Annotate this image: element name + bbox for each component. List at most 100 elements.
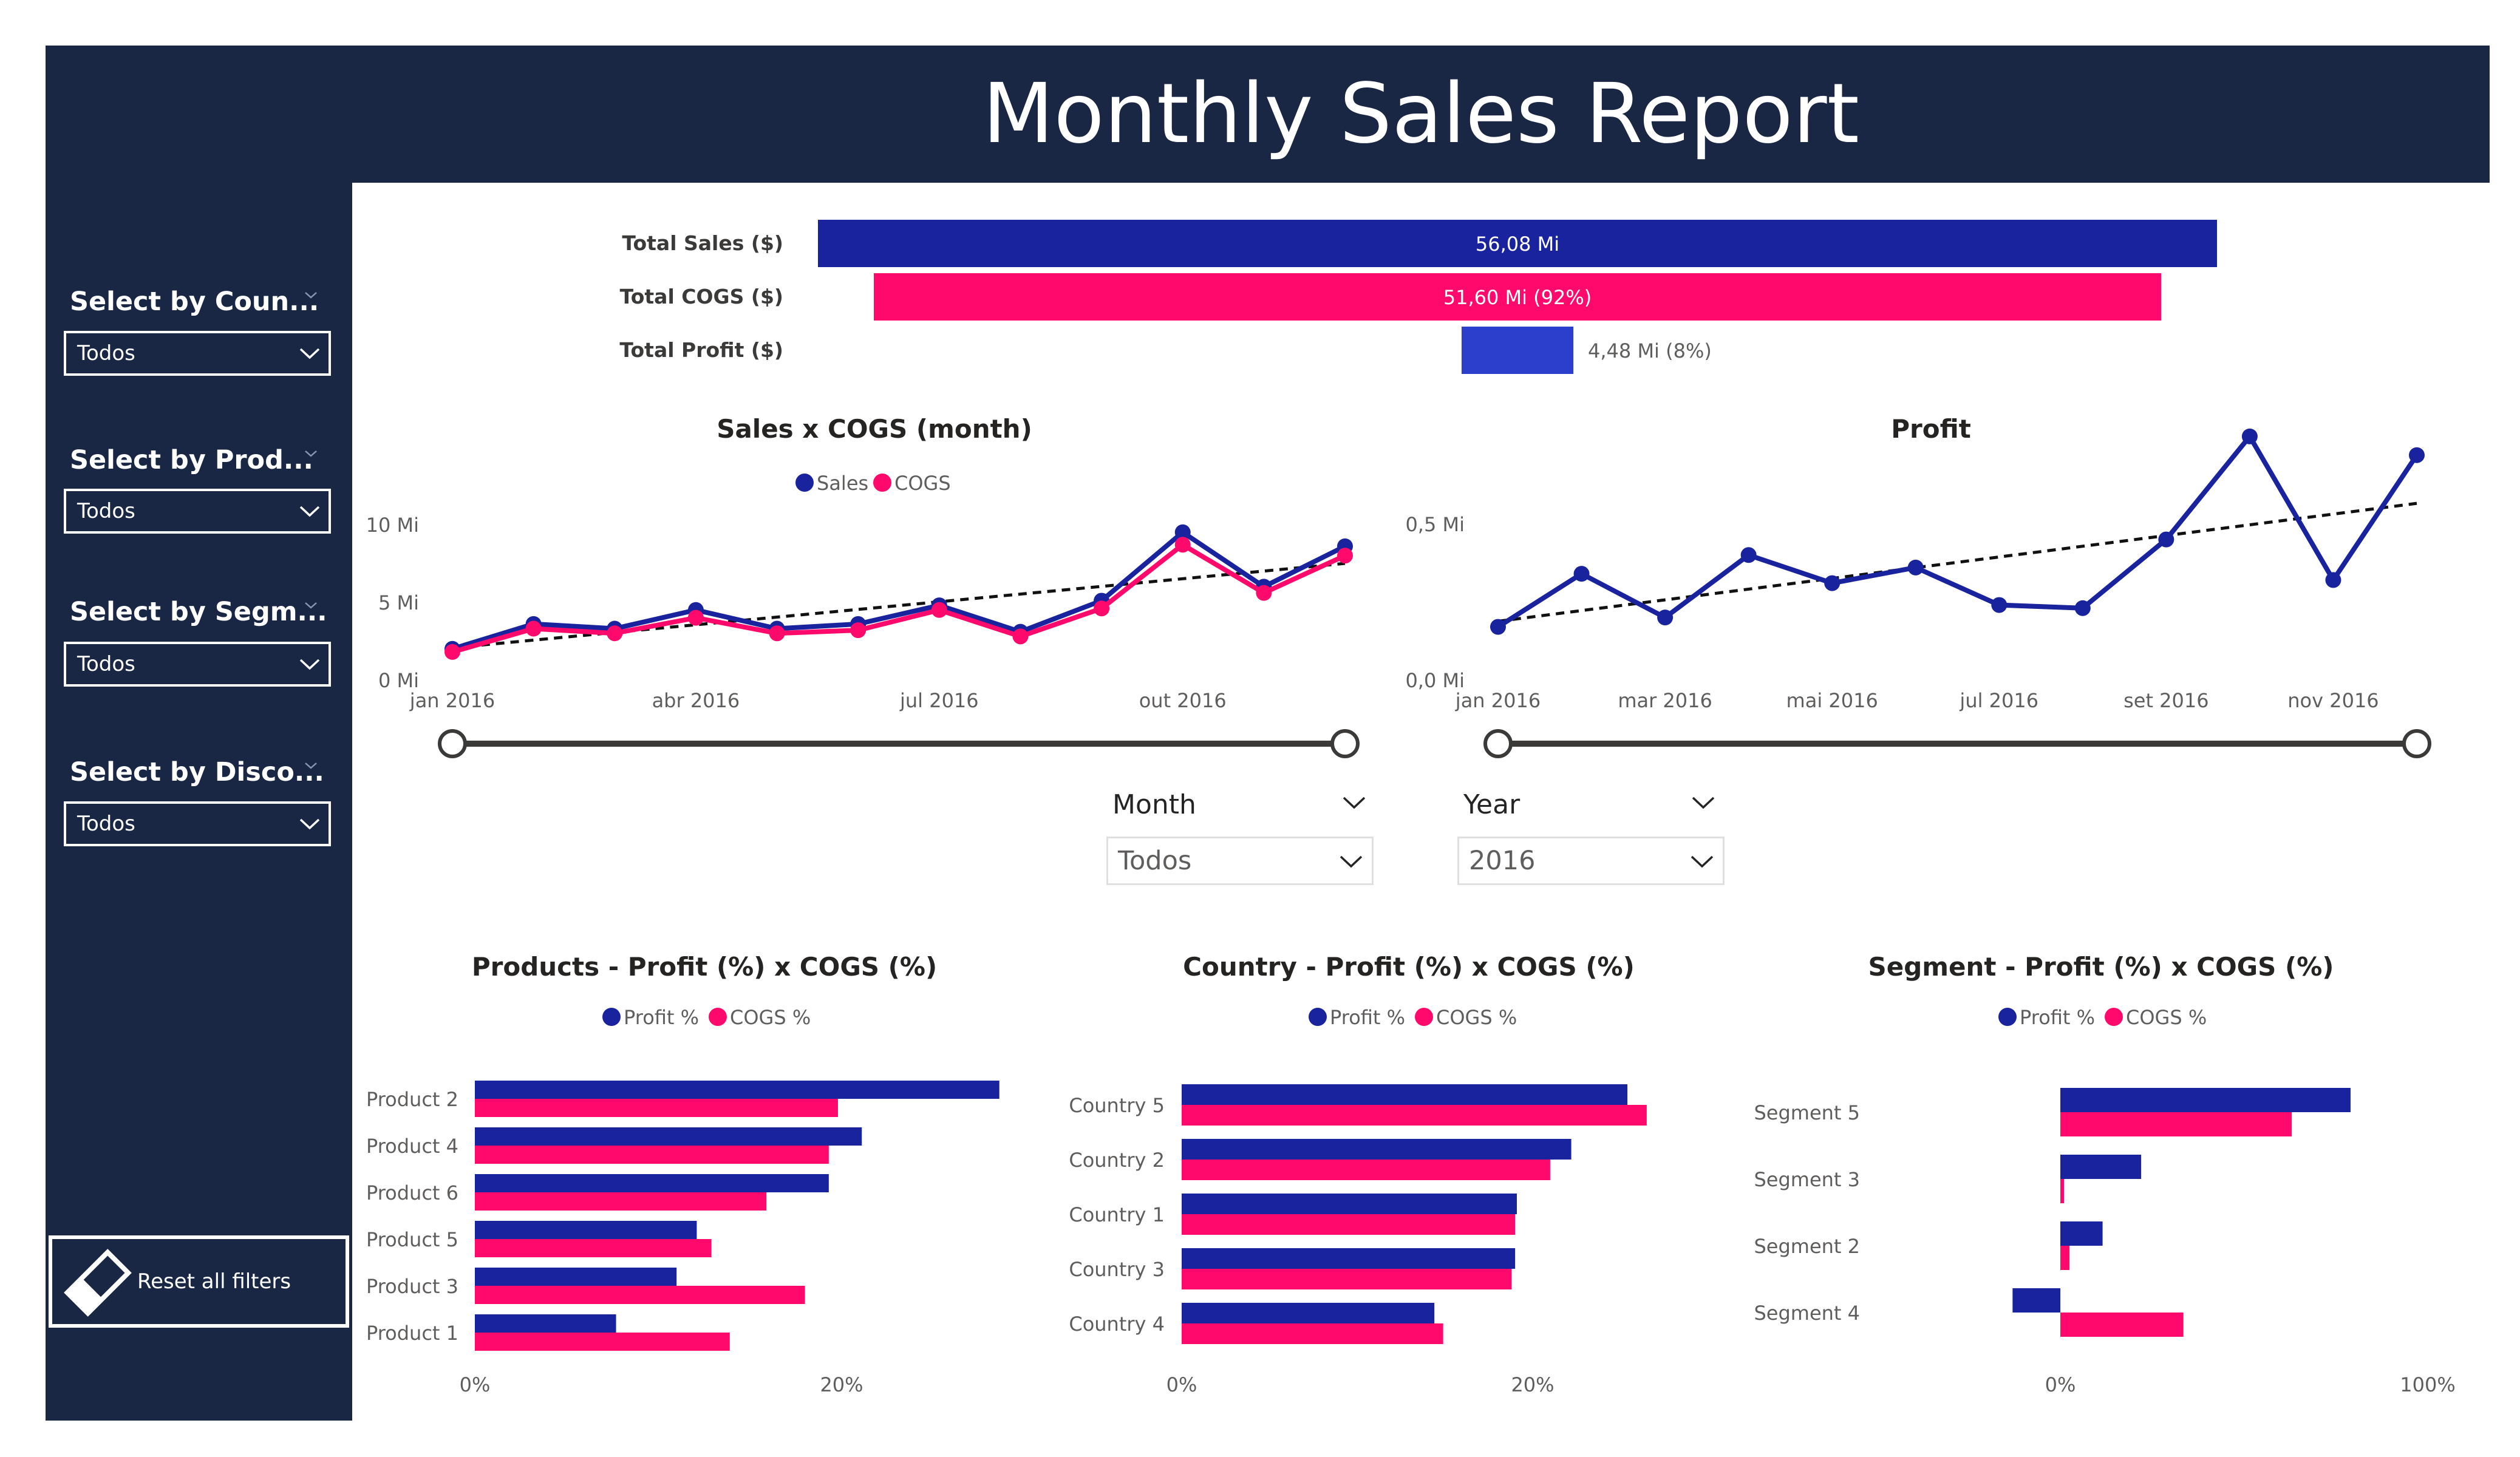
category-label: Segment 5: [1754, 1101, 1860, 1124]
data-point: [1824, 575, 1841, 591]
category-label: Segment 3: [1754, 1168, 1860, 1191]
bar-profit: [475, 1314, 616, 1333]
kpi-label: Total Sales ($): [622, 231, 783, 255]
legend-cogs-label: COGS %: [1436, 1006, 1517, 1029]
category-label: Country 4: [1069, 1313, 1165, 1336]
bar-cogs: [475, 1286, 805, 1304]
bar-profit: [475, 1127, 862, 1146]
data-point: [525, 620, 542, 637]
data-point: [1256, 585, 1272, 601]
bar-cogs: [2060, 1179, 2065, 1203]
legend-profit-label: Profit %: [2020, 1006, 2095, 1029]
x-tick-label: jan 2016: [1455, 689, 1541, 712]
x-tick-label: 0%: [460, 1373, 491, 1396]
x-tick-label: 100%: [2400, 1373, 2455, 1396]
data-point: [1094, 600, 1110, 617]
bar-cogs: [2060, 1313, 2184, 1337]
data-point: [2325, 572, 2341, 588]
category-label: Segment 4: [1754, 1302, 1860, 1325]
data-point: [1907, 559, 1924, 576]
bar-cogs: [475, 1146, 829, 1164]
bar-profit: [1182, 1194, 1517, 1214]
x-tick-label: 20%: [820, 1373, 863, 1396]
bar-cogs: [1182, 1214, 1516, 1235]
x-tick-label: mar 2016: [1618, 689, 1712, 712]
country-bar-chart: Country 5 Country 2 Country 1 Country 3 Coun…: [1069, 1006, 1647, 1396]
data-point: [1490, 619, 1506, 635]
bar-profit: [475, 1174, 829, 1192]
category-label: Country 3: [1069, 1258, 1165, 1281]
slider-handle[interactable]: [438, 729, 467, 758]
category-label: Product 1: [366, 1322, 458, 1345]
legend-profit-marker: [1309, 1008, 1327, 1026]
data-point: [1337, 548, 1353, 564]
year-filter-dropdown[interactable]: 2016: [1457, 837, 1725, 885]
bar-profit: [1182, 1084, 1628, 1105]
chevron-down-icon[interactable]: [1691, 795, 1715, 811]
slider-handle[interactable]: [2402, 729, 2431, 758]
kpi-label: Total Profit ($): [619, 338, 783, 362]
data-point: [931, 602, 947, 618]
bar-cogs: [1182, 1105, 1647, 1126]
category-label: Product 3: [366, 1275, 458, 1298]
bar-profit: [475, 1221, 697, 1239]
chevron-down-icon[interactable]: [1342, 795, 1366, 811]
slider-handle[interactable]: [1483, 729, 1513, 758]
profit-chart-title: Profit: [1891, 414, 1971, 444]
sales-cogs-chart-title: Sales x COGS (month): [717, 414, 1032, 444]
x-tick-label: nov 2016: [2287, 689, 2379, 712]
data-point: [1657, 610, 1674, 626]
bar-profit: [2060, 1155, 2142, 1179]
kpi-data-label: 4,48 Mi (8%): [1588, 339, 1712, 362]
legend-cogs-label: COGS %: [730, 1006, 811, 1029]
bar-profit: [1182, 1248, 1516, 1269]
bar-cogs: [2060, 1246, 2070, 1270]
bar-cogs: [1182, 1160, 1550, 1180]
chevron-down-icon: [1340, 855, 1363, 868]
category-label: Product 5: [366, 1228, 458, 1251]
x-tick-label: 20%: [1511, 1373, 1554, 1396]
bar-profit: [2060, 1221, 2103, 1246]
year-filter-value: 2016: [1469, 846, 1536, 876]
sales-cogs-line-chart: 10 Mi5 Mi0 Mijan 2016 abr 2016 jul 2016 out…: [366, 472, 1360, 758]
bar-cogs: [1182, 1323, 1443, 1344]
legend-cogs-marker: [709, 1008, 727, 1026]
category-label: Country 2: [1069, 1149, 1165, 1172]
category-label: Country 5: [1069, 1094, 1165, 1117]
legend-cogs-marker: [1415, 1008, 1433, 1026]
bar-profit: [475, 1081, 999, 1099]
legend-profit-marker: [602, 1008, 621, 1026]
bar-profit: [1182, 1139, 1572, 1160]
bar-cogs: [2060, 1112, 2292, 1136]
kpi-bar-chart: Total Sales ($) 56,08 Mi Total COGS ($) 51,…: [619, 220, 2217, 374]
kpi-data-label: 51,60 Mi (92%): [1443, 286, 1592, 309]
kpi-label: Total COGS ($): [620, 285, 783, 308]
category-label: Product 2: [366, 1088, 458, 1111]
legend-sales-marker: [795, 474, 814, 492]
slider-handle[interactable]: [1330, 729, 1360, 758]
country-chart-title: Country - Profit (%) x COGS (%): [1183, 952, 1635, 982]
legend-profit-marker: [1998, 1008, 2017, 1026]
x-tick-label: abr 2016: [652, 689, 740, 712]
data-point: [769, 625, 785, 642]
x-tick-label: out 2016: [1139, 689, 1227, 712]
charts-canvas: Total Sales ($) 56,08 Mi Total COGS ($) 51,…: [366, 220, 2456, 1396]
bar-cogs: [475, 1239, 712, 1257]
bar-profit: [2060, 1088, 2351, 1112]
bar-cogs: [475, 1099, 838, 1117]
trend-line: [452, 562, 1346, 650]
profit-line-chart: 0,5 Mi0,0 Mijan 2016 mar 2016 mai 2016 jul …: [1405, 428, 2431, 758]
category-label: Country 1: [1069, 1203, 1165, 1226]
x-tick-label: 0%: [1166, 1373, 1197, 1396]
chevron-down-icon: [1691, 855, 1714, 868]
x-tick-label: set 2016: [2123, 689, 2209, 712]
data-point: [687, 610, 704, 626]
category-label: Product 4: [366, 1135, 458, 1158]
x-tick-label: 0%: [2045, 1373, 2076, 1396]
data-point: [2409, 447, 2425, 463]
month-filter-dropdown[interactable]: Todos: [1106, 837, 1374, 885]
legend-profit-label: Profit %: [1330, 1006, 1405, 1029]
y-tick-label: 10 Mi: [366, 514, 419, 537]
legend-cogs-label: COGS: [894, 472, 951, 495]
legend-profit-label: Profit %: [624, 1006, 699, 1029]
